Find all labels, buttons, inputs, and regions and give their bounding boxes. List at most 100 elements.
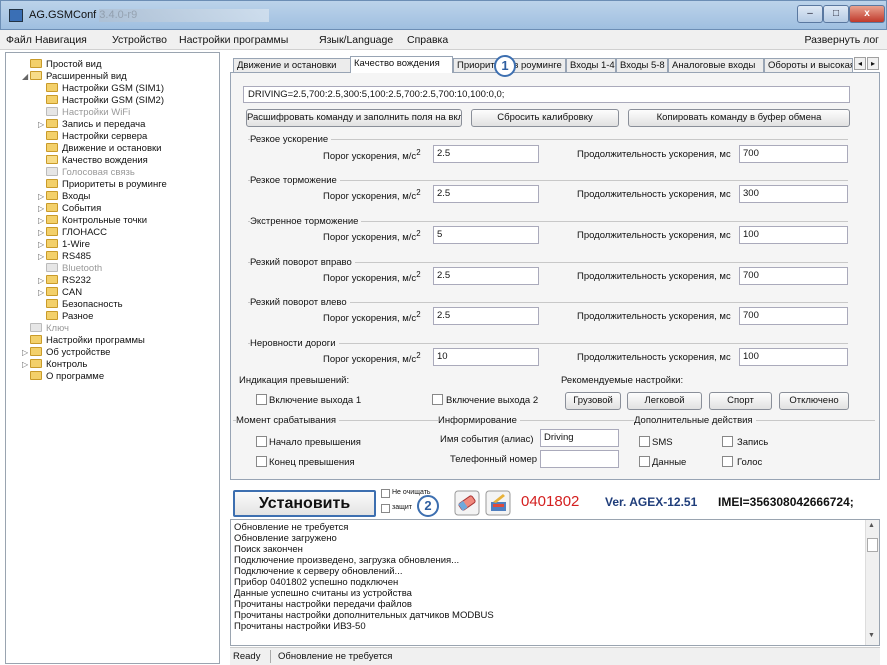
tab-rpm[interactable]: Обороты и высокая	[764, 58, 853, 72]
threshold-input[interactable]: 2.5	[433, 267, 539, 285]
phone-input[interactable]	[540, 450, 619, 468]
preset-sport-button[interactable]: Спорт	[709, 392, 772, 410]
trigger-end-checkbox[interactable]	[256, 456, 267, 467]
tab-inputs-5-8[interactable]: Входы 5-8	[616, 58, 668, 72]
write-device-icon[interactable]	[485, 490, 511, 516]
tab-driving-quality[interactable]: Качество вождения	[350, 56, 453, 73]
tab-analog-inputs[interactable]: Аналоговые входы	[668, 58, 764, 72]
tree-expander[interactable]: ▷	[38, 288, 46, 297]
tab-scroll-right-icon[interactable]: ▸	[867, 57, 879, 70]
tree-expander[interactable]: ▷	[38, 276, 46, 285]
tree-node[interactable]: Настройки GSM (SIM1)	[38, 83, 164, 95]
event-alias-input[interactable]: Driving	[540, 429, 619, 447]
duration-input[interactable]: 700	[739, 307, 848, 325]
tree-node[interactable]: ▷ RS485	[38, 251, 91, 263]
tree-node[interactable]: ▷ Контроль	[22, 359, 87, 371]
tree-expander[interactable]: ▷	[38, 120, 46, 129]
tree-node[interactable]: ▷ Входы	[38, 191, 90, 203]
tree-expander[interactable]: ▷	[38, 252, 46, 261]
threshold-input[interactable]: 5	[433, 226, 539, 244]
preset-car-button[interactable]: Легковой	[627, 392, 702, 410]
duration-input[interactable]: 300	[739, 185, 848, 203]
close-button[interactable]: x	[849, 5, 885, 23]
threshold-input[interactable]: 2.5	[433, 145, 539, 163]
menu-language[interactable]: Язык/Language	[319, 34, 393, 46]
maximize-button[interactable]: □	[823, 5, 849, 23]
tree-node[interactable]: ▷ ГЛОНАСС	[38, 227, 107, 239]
copy-command-button[interactable]: Копировать команду в буфер обмена	[628, 109, 850, 127]
tree-expander[interactable]: ▷	[22, 348, 30, 357]
record-checkbox[interactable]	[722, 436, 733, 447]
menu-file[interactable]: Файл	[6, 34, 32, 46]
tree-node[interactable]: Качество вождения	[38, 155, 148, 167]
tree-node[interactable]: Ключ	[22, 323, 69, 335]
threshold-input[interactable]: 10	[433, 348, 539, 366]
command-line-field[interactable]: DRIVING=2.5,700:2.5,300:5,100:2.5,700:2.…	[243, 86, 850, 103]
output1-checkbox[interactable]	[256, 394, 267, 405]
tab-scroll-left-icon[interactable]: ◂	[854, 57, 866, 70]
tree-node[interactable]: Простой вид	[22, 59, 102, 71]
threshold-input[interactable]: 2.5	[433, 307, 539, 325]
tree-node[interactable]: ▷ CAN	[38, 287, 82, 299]
tree-node[interactable]: ▷ Запись и передача	[38, 119, 145, 131]
tab-inputs-1-4[interactable]: Входы 1-4	[566, 58, 616, 72]
tree-node[interactable]: Настройки сервера	[38, 131, 147, 143]
menu-device[interactable]: Устройство	[112, 34, 167, 46]
no-clear-checkbox[interactable]	[381, 489, 390, 498]
trigger-start-checkbox[interactable]	[256, 436, 267, 447]
tree-expander[interactable]: ▷	[22, 360, 30, 369]
tree-node[interactable]: Bluetooth	[38, 263, 102, 275]
tree-expander[interactable]: ▷	[38, 240, 46, 249]
tree-node[interactable]: О программе	[22, 371, 104, 383]
tree-node[interactable]: Настройки GSM (SIM2)	[38, 95, 164, 107]
preset-off-button[interactable]: Отключено	[779, 392, 849, 410]
scroll-thumb[interactable]	[867, 538, 878, 552]
log-panel[interactable]: Обновление не требуется Обновление загру…	[230, 519, 880, 646]
tree-expander[interactable]: ▷	[38, 216, 46, 225]
reset-calibration-button[interactable]: Сбросить калибровку	[471, 109, 619, 127]
tree-node[interactable]: Настройки программы	[22, 335, 145, 347]
tree-node[interactable]: ▷ RS232	[38, 275, 91, 287]
menu-help[interactable]: Справка	[407, 34, 448, 46]
tree-node[interactable]: Настройки WiFi	[38, 107, 130, 119]
tree-node[interactable]: ▷ События	[38, 203, 101, 215]
decode-command-button[interactable]: Расшифровать команду и заполнить поля на…	[246, 109, 462, 127]
trigger-end-label: Конец превышения	[269, 457, 355, 468]
tree-node[interactable]: ▷ Контрольные точки	[38, 215, 147, 227]
tree-node[interactable]: Разное	[38, 311, 93, 323]
tree-node[interactable]: Безопасность	[38, 299, 123, 311]
title-blur	[99, 9, 269, 22]
sms-checkbox[interactable]	[639, 436, 650, 447]
scroll-up-icon[interactable]: ▲	[868, 522, 875, 529]
tree-expander[interactable]: ▷	[38, 192, 46, 201]
duration-input[interactable]: 100	[739, 348, 848, 366]
tree-node[interactable]: Приоритеты в роуминге	[38, 179, 167, 191]
minimize-button[interactable]: –	[797, 5, 823, 23]
log-scrollbar[interactable]: ▲ ▼	[865, 520, 879, 645]
voice-checkbox[interactable]	[722, 456, 733, 467]
duration-input[interactable]: 100	[739, 226, 848, 244]
scroll-down-icon[interactable]: ▼	[868, 632, 875, 639]
expand-log-link[interactable]: Развернуть лог	[805, 34, 880, 46]
tree-node[interactable]: ▷ 1-Wire	[38, 239, 90, 251]
protect-checkbox[interactable]	[381, 504, 390, 513]
install-button[interactable]: Установить	[233, 490, 376, 517]
data-checkbox[interactable]	[639, 456, 650, 467]
tree-node[interactable]: ▷ Об устройстве	[22, 347, 110, 359]
preset-truck-button[interactable]: Грузовой	[565, 392, 621, 410]
tree-node[interactable]: Движение и остановки	[38, 143, 161, 155]
tree-expander[interactable]: ▷	[38, 228, 46, 237]
tree-expander[interactable]: ▷	[38, 204, 46, 213]
threshold-input[interactable]: 2.5	[433, 185, 539, 203]
menu-program-settings[interactable]: Настройки программы	[179, 34, 288, 46]
duration-input[interactable]: 700	[739, 267, 848, 285]
duration-input[interactable]: 700	[739, 145, 848, 163]
menu-navigation[interactable]: Навигация	[35, 34, 87, 46]
tree-expander[interactable]: ◢	[22, 72, 30, 81]
tree-node[interactable]: Голосовая связь	[38, 167, 135, 179]
tree-node-label: Разное	[62, 311, 94, 322]
tab-movement-stops[interactable]: Движение и остановки	[233, 58, 351, 72]
eraser-icon[interactable]	[454, 490, 480, 516]
output2-checkbox[interactable]	[432, 394, 443, 405]
tree-node[interactable]: ◢ Расширенный вид	[22, 71, 127, 83]
